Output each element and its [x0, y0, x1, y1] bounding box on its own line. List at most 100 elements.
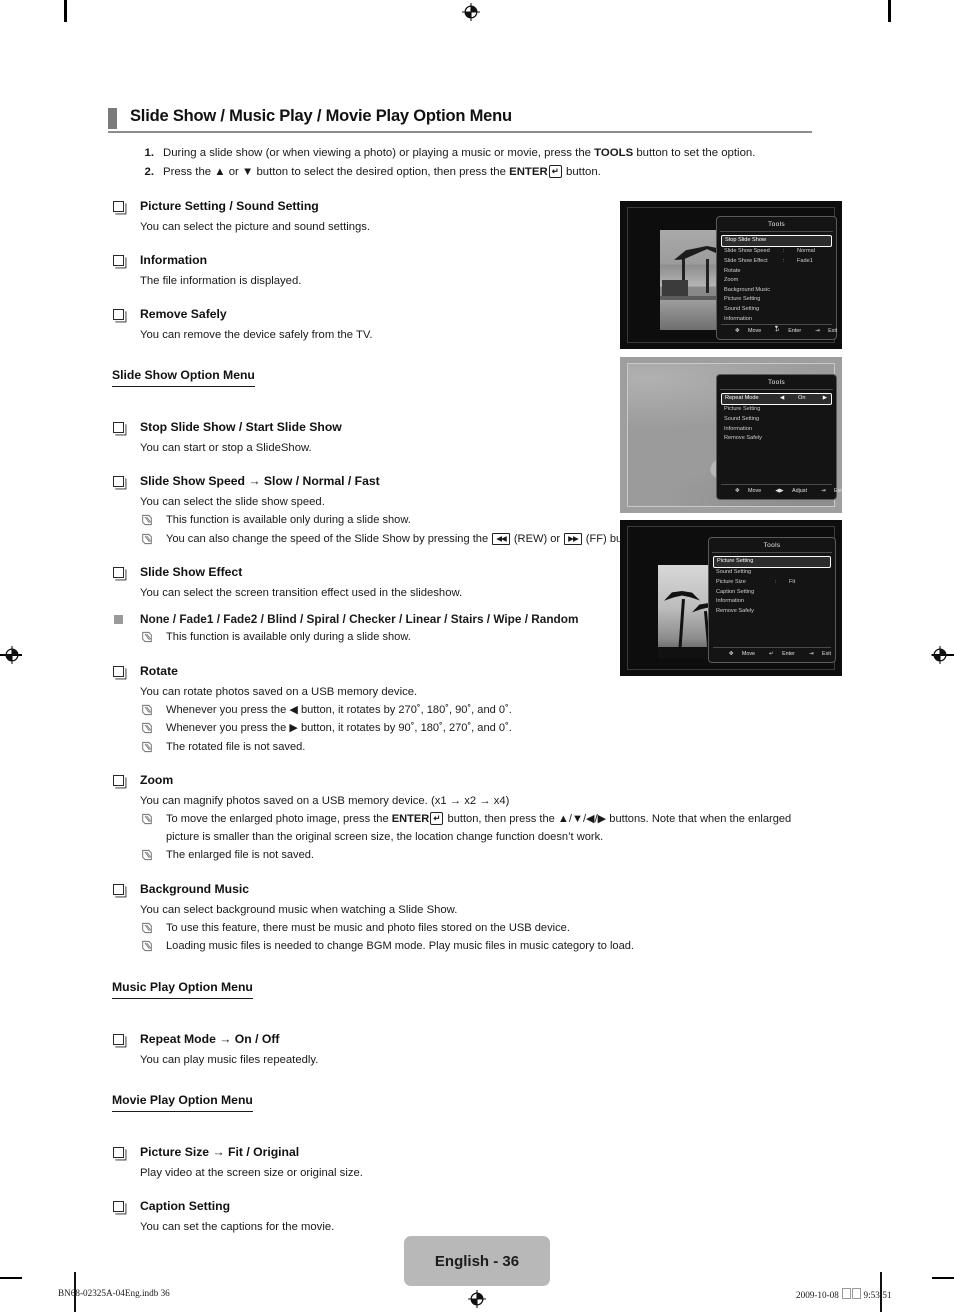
- tools-menu-item[interactable]: Background Music: [721, 286, 832, 296]
- tools-footer-icon: ⇥: [808, 651, 814, 657]
- tools-menu-item[interactable]: Picture Size: Fit: [713, 578, 831, 588]
- note-line: To move the enlarged photo image, press …: [112, 811, 818, 846]
- tools-menu-list[interactable]: Picture Setting Sound Setting Picture Size…: [709, 555, 835, 616]
- step-item: 2. Press the ▲ or ▼ button to select the…: [138, 163, 818, 182]
- option-entry: Repeat Mode → On / Off You can play music…: [112, 1031, 818, 1069]
- tools-menu-item[interactable]: Stop Slide Show: [721, 235, 832, 248]
- tools-footer-hint[interactable]: ↵ Enter: [768, 328, 801, 334]
- note-line: The rotated file is not saved.: [112, 739, 818, 757]
- option-heading: Caption Setting: [112, 1198, 818, 1215]
- beach-objects: [662, 280, 688, 296]
- note-icon: [141, 940, 153, 952]
- tools-menu-item[interactable]: Remove Safely: [721, 434, 832, 444]
- tools-footer-label: Adjust: [792, 488, 807, 494]
- manual-body: Picture Setting / Sound Setting You can s…: [112, 198, 818, 1236]
- tools-dialog-footer: ✥ Move ◀▶ Adjust ⇥ Exit: [721, 484, 842, 496]
- tools-dialog[interactable]: Tools Repeat Mode ◀ On ▶ Picture Setting Soun…: [716, 374, 842, 500]
- tools-footer-icon: ⇥: [815, 328, 820, 334]
- tools-footer-label: Exit: [834, 488, 842, 494]
- note-line: Whenever you press the ◀ button, it rota…: [112, 702, 818, 720]
- subsection-heading: Slide Show Option Menu: [112, 367, 255, 387]
- tools-menu-item-label: Sound Setting: [724, 415, 760, 422]
- tv-bezel-inner: Tools Stop Slide Show Slide Show Speed: No…: [627, 207, 837, 343]
- tools-menu-item[interactable]: Picture Setting: [721, 295, 832, 305]
- note-icon: [141, 514, 153, 526]
- subsection-heading: Movie Play Option Menu: [112, 1092, 253, 1112]
- increase-arrow-icon[interactable]: ▶: [823, 394, 827, 403]
- tools-footer-icon: ⇥: [821, 488, 826, 494]
- tools-menu-item-label: Remove Safely: [724, 435, 762, 442]
- tools-menu-item[interactable]: Sound Setting: [721, 305, 832, 315]
- tools-menu-item[interactable]: Slide Show Effect: Fade1: [721, 257, 832, 267]
- tools-menu-item[interactable]: Sound Setting: [721, 415, 832, 425]
- note-icon: [141, 722, 153, 734]
- note-line: To use this feature, there must be music…: [112, 920, 818, 938]
- missing-glyph-box: [851, 1288, 861, 1299]
- tools-menu-item[interactable]: Picture Setting: [713, 556, 831, 569]
- option-description: You can select background music when wat…: [140, 903, 458, 916]
- tools-menu-list[interactable]: Stop Slide Show Slide Show Speed: Normal Sl…: [717, 234, 836, 324]
- option-description: Play video at the screen size or origina…: [140, 1166, 363, 1179]
- tools-menu-item[interactable]: Picture Setting: [721, 405, 832, 415]
- tools-menu-item-separator: :: [783, 248, 785, 255]
- tools-menu-item-label: Slide Show Effect: [724, 257, 768, 264]
- tools-menu-item[interactable]: Sound Setting: [713, 568, 831, 578]
- tools-menu-item[interactable]: Information: [721, 315, 832, 325]
- tools-footer-label: Enter: [788, 328, 802, 334]
- checkbox-bullet-icon: [113, 309, 124, 320]
- tools-menu-item[interactable]: Repeat Mode ◀ On ▶: [721, 393, 832, 406]
- tools-menu-item-label: Information: [724, 315, 752, 322]
- tools-footer-hint[interactable]: ✥ Move: [728, 488, 761, 494]
- note-icon: [141, 631, 153, 643]
- title-divider: [108, 131, 812, 133]
- tools-menu-item[interactable]: Information: [713, 597, 831, 607]
- checkbox-bullet-icon: [113, 422, 124, 433]
- tools-dialog[interactable]: Tools Stop Slide Show Slide Show Speed: No…: [716, 216, 837, 340]
- step-text: Press the ▲ or ▼ button to select the de…: [163, 165, 601, 178]
- tools-menu-item-label: Information: [724, 425, 752, 432]
- tools-dialog[interactable]: Tools Picture Setting Sound Setting Pictur…: [708, 537, 836, 663]
- step-text: During a slide show (or when viewing a p…: [163, 147, 756, 159]
- tools-menu-item[interactable]: Zoom: [721, 276, 832, 286]
- footer-timestamp: 2009-10-08 9:53:51: [796, 1288, 892, 1300]
- option-heading: Zoom: [112, 772, 818, 789]
- tools-dialog-title: Tools: [712, 538, 832, 553]
- tools-footer-label: Exit: [828, 328, 838, 334]
- note-icon: [141, 922, 153, 934]
- checkbox-bullet-icon: [113, 1033, 124, 1045]
- tools-footer-hint[interactable]: ⇥ Exit: [808, 328, 837, 334]
- tools-menu-item[interactable]: Caption Setting: [713, 588, 831, 598]
- checkbox-bullet-icon: [113, 1200, 124, 1212]
- option-heading: Picture Size → Fit / Original: [112, 1144, 818, 1161]
- checkbox-bullet-icon: [113, 665, 124, 677]
- checkbox-bullet-icon: [113, 883, 124, 895]
- footer-file-name: BN68-02325A-04Eng.indb 36: [58, 1288, 170, 1298]
- checkbox-bullet-icon: [113, 255, 124, 266]
- tools-footer-icon: ◀▶: [775, 488, 784, 494]
- note-icon: [141, 533, 153, 545]
- tools-footer-hint[interactable]: ⇥ Exit: [802, 651, 831, 657]
- note-icon: [141, 704, 153, 716]
- tools-footer-hint[interactable]: ✥ Move: [722, 651, 755, 657]
- tv-screenshot-slide-show: Tools Stop Slide Show Slide Show Speed: No…: [620, 201, 842, 349]
- tools-menu-item[interactable]: Information: [721, 425, 832, 435]
- tools-footer-icon: ↵: [775, 328, 780, 334]
- page-title: Slide Show / Music Play / Movie Play Opt…: [130, 107, 512, 125]
- checkbox-bullet-icon: [113, 476, 124, 487]
- tools-menu-item[interactable]: Remove Safely: [713, 607, 831, 617]
- tv-bezel-inner: Tools Picture Setting Sound Setting Pictur…: [627, 526, 836, 670]
- tv-screenshot-movie-play: Tools Picture Setting Sound Setting Pictur…: [620, 520, 842, 676]
- tools-menu-item[interactable]: Rotate: [721, 267, 832, 277]
- tools-footer-hint[interactable]: ◀▶ Adjust: [768, 488, 807, 494]
- option-heading: Repeat Mode → On / Off: [112, 1031, 818, 1048]
- tools-footer-hint[interactable]: ✥ Move: [728, 328, 761, 334]
- tools-footer-hint[interactable]: ↵ Enter: [762, 651, 795, 657]
- note-line: Whenever you press the ▶ button, it rota…: [112, 720, 818, 738]
- decrease-arrow-icon[interactable]: ◀: [780, 394, 784, 403]
- tools-menu-list[interactable]: Repeat Mode ◀ On ▶ Picture Setting Sound Sett…: [717, 392, 836, 444]
- option-description: You can set the captions for the movie.: [140, 1220, 335, 1233]
- tools-menu-item-label: Sound Setting: [716, 569, 752, 576]
- tools-footer-hint[interactable]: ⇥ Exit: [814, 488, 842, 494]
- tools-footer-icon: ✥: [728, 651, 734, 657]
- tools-menu-item[interactable]: Slide Show Speed: Normal: [721, 247, 832, 257]
